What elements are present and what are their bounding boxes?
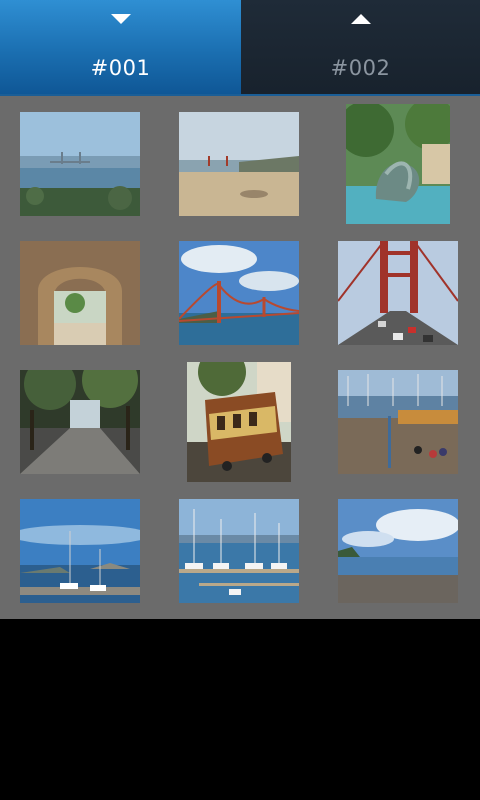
photo-thumbnail-pier-marina[interactable] xyxy=(338,370,458,474)
tab-001-label: #001 xyxy=(90,56,151,80)
chevron-down-icon xyxy=(109,10,133,28)
empty-area xyxy=(0,619,480,800)
photo-thumbnail-cable-car[interactable] xyxy=(187,362,291,482)
tab-002[interactable]: #002 xyxy=(241,0,480,94)
photo-thumbnail-bridge-traffic[interactable] xyxy=(338,241,458,345)
photo-thumbnail-golden-gate[interactable] xyxy=(179,241,299,345)
tab-bar: #001 #002 xyxy=(0,0,480,94)
tab-001[interactable]: #001 xyxy=(0,0,241,94)
chevron-up-icon xyxy=(349,10,373,28)
tab-002-label: #002 xyxy=(330,56,391,80)
photo-thumbnail-marina-boats[interactable] xyxy=(179,499,299,603)
photo-thumbnail-shaded-park[interactable] xyxy=(20,370,140,474)
photo-thumbnail-beach-bridge[interactable] xyxy=(179,112,299,216)
photo-grid xyxy=(0,96,480,619)
photo-thumbnail-fountain[interactable] xyxy=(346,104,450,224)
photo-thumbnail-stone-arch[interactable] xyxy=(20,241,140,345)
photo-thumbnail-beach-shoreline[interactable] xyxy=(338,499,458,603)
photo-thumbnail-bay-view[interactable] xyxy=(20,112,140,216)
photo-thumbnail-alcatraz-harbor[interactable] xyxy=(20,499,140,603)
